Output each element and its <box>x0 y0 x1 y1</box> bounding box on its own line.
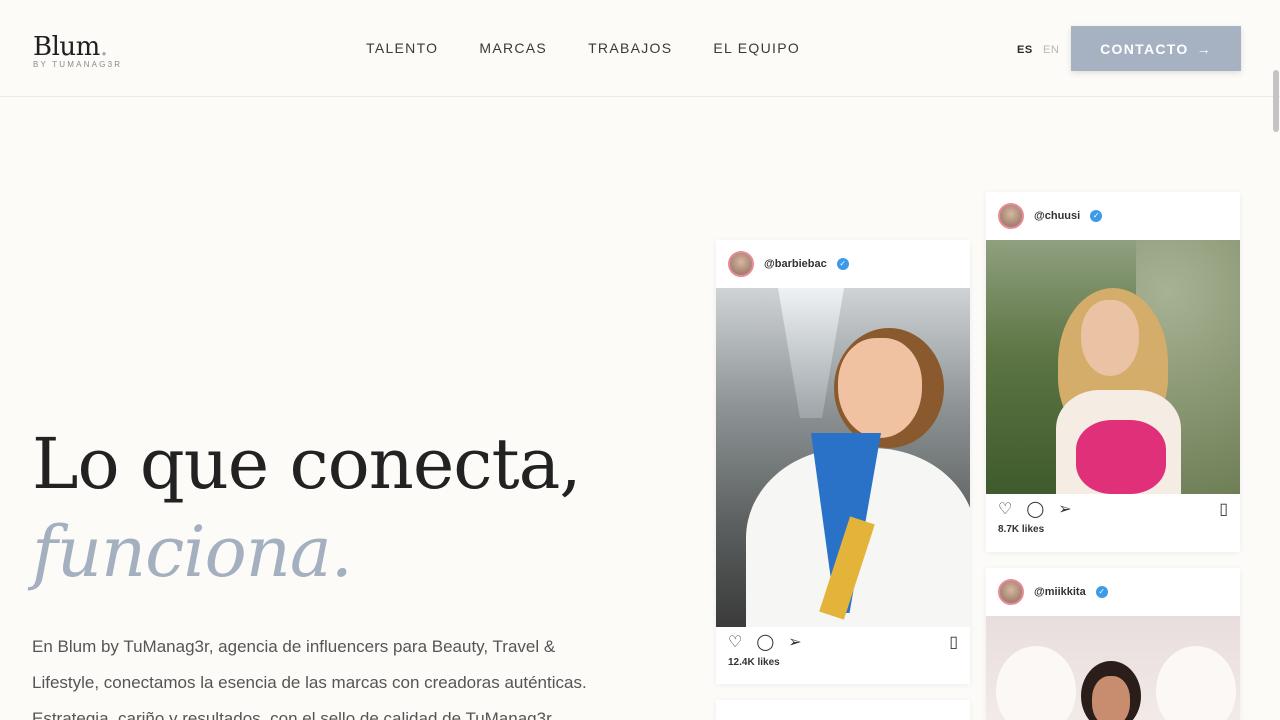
hero-description-line: Estrategia, cariño y resultados, con el … <box>32 709 556 720</box>
contact-button[interactable]: CONTACTO → <box>1071 26 1241 71</box>
heart-icon[interactable]: ♡ <box>728 632 742 652</box>
hero-description-line: En Blum by TuManag3r, agencia de influen… <box>32 637 556 656</box>
post-photo[interactable] <box>716 288 970 627</box>
avatar[interactable] <box>998 203 1024 229</box>
post-header: @miikkita ✓ <box>986 568 1240 616</box>
logo[interactable]: Blum. BY TUMANAG3R <box>33 32 122 69</box>
post-header: @barbiebac ✓ <box>716 240 970 288</box>
nav-item-trabajos[interactable]: TRABAJOS <box>588 40 672 56</box>
page-scrollbar[interactable] <box>1272 0 1280 720</box>
contact-button-label: CONTACTO <box>1100 40 1189 57</box>
post-actions: ♡ ◯ ➢ ▯ <box>986 494 1240 524</box>
comment-icon[interactable]: ◯ <box>756 632 774 652</box>
nav-item-el-equipo[interactable]: EL EQUIPO <box>713 40 800 56</box>
post-card[interactable] <box>716 700 970 720</box>
nav-item-talento[interactable]: TALENTO <box>366 40 438 56</box>
post-likes: 12.4K likes <box>728 657 780 668</box>
post-handle[interactable]: @miikkita <box>1034 586 1086 598</box>
post-handle[interactable]: @chuusi <box>1034 210 1080 222</box>
hero-subtitle: funciona. <box>32 511 353 593</box>
logo-wordmark: Blum. <box>33 32 108 62</box>
hero-description: En Blum by TuManag3r, agencia de influen… <box>32 629 592 720</box>
arrow-right-icon: → <box>1196 40 1212 57</box>
hero-title: Lo que conecta, <box>32 423 582 505</box>
post-card[interactable]: @miikkita ✓ <box>986 568 1240 720</box>
main-nav: TALENTO MARCAS TRABAJOS EL EQUIPO <box>366 40 800 56</box>
avatar[interactable] <box>728 251 754 277</box>
post-card[interactable]: @chuusi ✓ ♡ ◯ ➢ ▯ 8.7K likes <box>986 192 1240 552</box>
bookmark-icon[interactable]: ▯ <box>1219 499 1228 519</box>
send-icon[interactable]: ➢ <box>788 632 801 652</box>
post-handle[interactable]: @barbiebac <box>764 258 827 270</box>
heart-icon[interactable]: ♡ <box>998 499 1012 519</box>
post-actions: ♡ ◯ ➢ ▯ <box>716 627 970 657</box>
scrollbar-thumb[interactable] <box>1273 70 1279 132</box>
post-photo[interactable] <box>986 240 1240 494</box>
post-photo[interactable] <box>986 616 1240 720</box>
send-icon[interactable]: ➢ <box>1058 499 1071 519</box>
logo-subtitle: BY TUMANAG3R <box>33 60 123 69</box>
bookmark-icon[interactable]: ▯ <box>949 632 958 652</box>
site-header: Blum. BY TUMANAG3R TALENTO MARCAS TRABAJ… <box>0 0 1280 97</box>
hero-description-line: Lifestyle, conectamos la esencia de las … <box>32 673 587 692</box>
lang-en-link[interactable]: EN <box>1043 44 1059 56</box>
lang-es-link[interactable]: ES <box>1017 44 1033 56</box>
comment-icon[interactable]: ◯ <box>1026 499 1044 519</box>
post-header: @chuusi ✓ <box>986 192 1240 240</box>
post-likes: 8.7K likes <box>998 524 1045 535</box>
nav-item-marcas[interactable]: MARCAS <box>479 40 547 56</box>
verified-icon: ✓ <box>836 258 849 270</box>
verified-icon: ✓ <box>1090 210 1103 222</box>
avatar[interactable] <box>998 579 1024 605</box>
verified-icon: ✓ <box>1095 586 1108 598</box>
post-card[interactable]: @barbiebac ✓ ♡ ◯ ➢ ▯ 12.4K likes <box>716 240 970 684</box>
